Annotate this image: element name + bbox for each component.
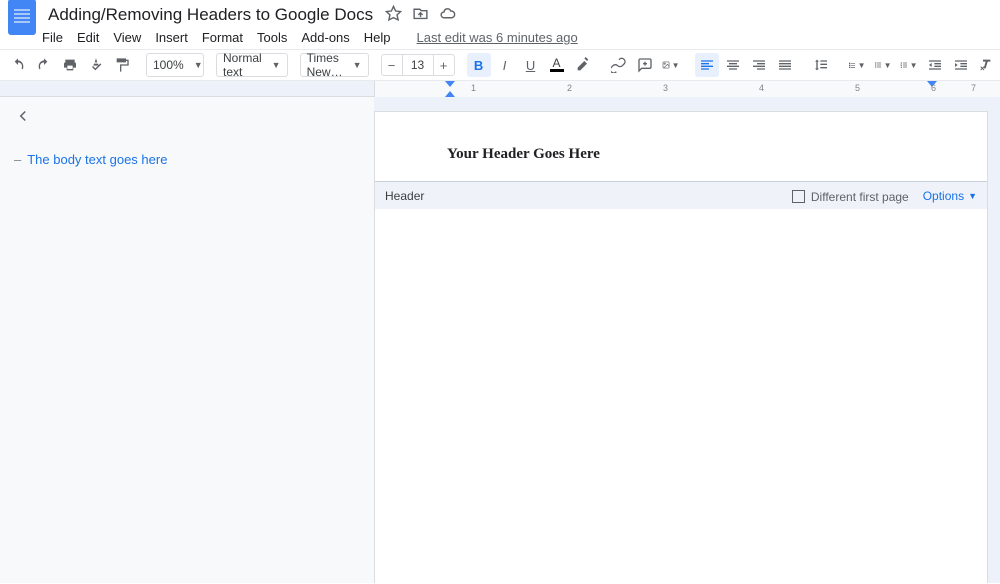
- star-icon[interactable]: [385, 5, 402, 25]
- font-select[interactable]: Times New… ▼: [300, 53, 369, 77]
- ruler[interactable]: 1 2 3 4 5 6 7: [0, 81, 1000, 97]
- outline-item[interactable]: The body text goes here: [14, 146, 360, 173]
- font-value: Times New…: [307, 51, 343, 79]
- print-button[interactable]: [58, 53, 82, 77]
- toolbar: 100% ▼ Normal text ▼ Times New… ▼ − + B …: [0, 49, 1000, 81]
- checklist-button[interactable]: ▼: [845, 53, 869, 77]
- insert-link-button[interactable]: [607, 53, 631, 77]
- cloud-status-icon[interactable]: [439, 5, 456, 25]
- style-value: Normal text: [223, 51, 262, 79]
- bold-button[interactable]: B: [467, 53, 491, 77]
- options-label: Options: [923, 189, 964, 203]
- ruler-tick: 4: [759, 83, 764, 93]
- redo-button[interactable]: [32, 53, 56, 77]
- paint-format-button[interactable]: [110, 53, 134, 77]
- line-spacing-button[interactable]: [809, 53, 833, 77]
- left-indent-marker[interactable]: [445, 91, 455, 97]
- insert-image-button[interactable]: ▼: [659, 53, 683, 77]
- spellcheck-button[interactable]: [84, 53, 108, 77]
- header-content[interactable]: Your Header Goes Here: [375, 112, 987, 163]
- header-label: Header: [385, 189, 424, 203]
- font-size-increase[interactable]: +: [433, 54, 455, 76]
- font-size-decrease[interactable]: −: [381, 54, 403, 76]
- different-first-page-checkbox[interactable]: Different first page: [792, 188, 909, 204]
- checkbox-icon: [792, 190, 805, 203]
- chevron-down-icon: ▼: [353, 60, 362, 70]
- first-line-indent-marker[interactable]: [445, 81, 455, 87]
- decrease-indent-button[interactable]: [923, 53, 947, 77]
- font-size-input[interactable]: [403, 54, 433, 76]
- highlight-button[interactable]: [571, 53, 595, 77]
- document-title[interactable]: Adding/Removing Headers to Google Docs: [44, 5, 377, 25]
- paragraph-style-select[interactable]: Normal text ▼: [216, 53, 288, 77]
- chevron-down-icon: ▼: [194, 60, 203, 70]
- menu-addons[interactable]: Add-ons: [301, 30, 349, 45]
- ruler-tick: 7: [971, 83, 976, 93]
- text-color-button[interactable]: A: [545, 53, 569, 77]
- underline-button[interactable]: U: [519, 53, 543, 77]
- menu-help[interactable]: Help: [364, 30, 391, 45]
- increase-indent-button[interactable]: [949, 53, 973, 77]
- header-toolbar: Header Different first page Options ▼: [375, 181, 987, 209]
- menu-format[interactable]: Format: [202, 30, 243, 45]
- document-outline-pane: The body text goes here: [0, 97, 374, 583]
- bulleted-list-button[interactable]: ▼: [871, 53, 895, 77]
- menu-file[interactable]: File: [42, 30, 63, 45]
- move-icon[interactable]: [412, 5, 429, 25]
- different-first-page-label: Different first page: [811, 190, 909, 204]
- zoom-select[interactable]: 100% ▼: [146, 53, 204, 77]
- clear-formatting-button[interactable]: [975, 53, 999, 77]
- chevron-down-icon: ▼: [272, 60, 281, 70]
- align-left-button[interactable]: [695, 53, 719, 77]
- align-justify-button[interactable]: [773, 53, 797, 77]
- menu-insert[interactable]: Insert: [155, 30, 188, 45]
- outline-collapse-button[interactable]: [14, 107, 32, 130]
- document-page[interactable]: Your Header Goes Here Header Different f…: [374, 111, 988, 583]
- align-center-button[interactable]: [721, 53, 745, 77]
- menu-edit[interactable]: Edit: [77, 30, 99, 45]
- italic-button[interactable]: I: [493, 53, 517, 77]
- ruler-tick: 1: [471, 83, 476, 93]
- insert-comment-button[interactable]: [633, 53, 657, 77]
- undo-button[interactable]: [6, 53, 30, 77]
- ruler-tick: 2: [567, 83, 572, 93]
- page-canvas: Your Header Goes Here Header Different f…: [374, 97, 1000, 583]
- numbered-list-button[interactable]: ▼: [897, 53, 921, 77]
- chevron-down-icon: ▼: [968, 191, 977, 201]
- ruler-tick: 6: [931, 83, 936, 93]
- ruler-tick: 3: [663, 83, 668, 93]
- menu-view[interactable]: View: [113, 30, 141, 45]
- last-edit-link[interactable]: Last edit was 6 minutes ago: [417, 30, 578, 45]
- header-options-button[interactable]: Options ▼: [923, 189, 977, 203]
- zoom-value: 100%: [153, 58, 184, 72]
- menu-tools[interactable]: Tools: [257, 30, 287, 45]
- ruler-tick: 5: [855, 83, 860, 93]
- align-right-button[interactable]: [747, 53, 771, 77]
- docs-app-icon[interactable]: [8, 0, 36, 35]
